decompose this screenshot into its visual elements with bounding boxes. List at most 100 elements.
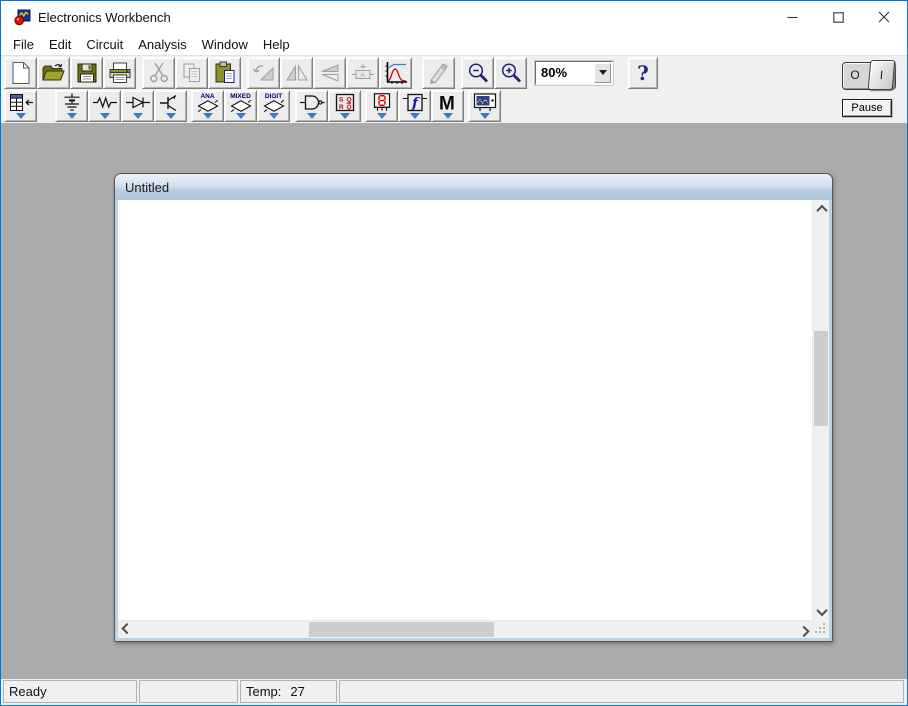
copy-icon bbox=[181, 62, 203, 84]
favorites-bin-icon bbox=[8, 93, 34, 112]
chevron-right-icon bbox=[798, 625, 809, 636]
resize-grip[interactable] bbox=[812, 620, 829, 638]
parts-bin-transistors[interactable] bbox=[154, 90, 187, 122]
create-subcircuit-button[interactable]: A bbox=[346, 57, 379, 89]
document-body bbox=[118, 200, 829, 638]
paste-button[interactable] bbox=[208, 57, 241, 89]
maximize-icon bbox=[833, 12, 844, 23]
power-switch[interactable]: O I bbox=[842, 62, 896, 90]
new-button[interactable] bbox=[4, 57, 37, 89]
svg-text:M: M bbox=[439, 93, 455, 112]
horizontal-scrollbar[interactable] bbox=[118, 620, 812, 638]
sources-bin-icon bbox=[60, 93, 84, 112]
digital-bin-icon: SQRQ bbox=[332, 93, 358, 112]
zoom-out-button[interactable] bbox=[461, 57, 494, 89]
open-button[interactable] bbox=[37, 57, 70, 89]
scroll-left-button[interactable] bbox=[118, 621, 135, 638]
svg-text:A: A bbox=[360, 71, 365, 78]
app-window: Electronics Workbench File Edit Circuit … bbox=[0, 0, 908, 706]
menu-analysis[interactable]: Analysis bbox=[138, 37, 186, 52]
chevron-down-icon bbox=[599, 70, 607, 75]
copy-button[interactable] bbox=[175, 57, 208, 89]
controls-bin-icon: f bbox=[402, 93, 428, 112]
flip-vertical-button[interactable] bbox=[313, 57, 346, 89]
parts-bin-mixed-ics[interactable]: MIXED bbox=[224, 90, 257, 122]
cut-button[interactable] bbox=[142, 57, 175, 89]
window-controls bbox=[769, 1, 907, 33]
rotate-button[interactable] bbox=[247, 57, 280, 89]
parts-bin-indicators[interactable] bbox=[365, 90, 398, 122]
close-icon bbox=[878, 11, 890, 23]
parts-bin-instruments[interactable] bbox=[468, 90, 501, 122]
flip-horizontal-icon bbox=[285, 63, 309, 83]
menu-circuit[interactable]: Circuit bbox=[86, 37, 123, 52]
vertical-scrollbar[interactable] bbox=[812, 200, 829, 620]
miscellaneous-bin-icon: M bbox=[438, 93, 458, 112]
toolbar-area: A 80% ? bbox=[1, 55, 907, 123]
menu-help[interactable]: Help bbox=[263, 37, 290, 52]
status-panel-ready: Ready bbox=[3, 680, 137, 703]
vertical-scroll-thumb[interactable] bbox=[814, 331, 828, 426]
svg-text:S: S bbox=[339, 96, 344, 103]
svg-text:Q: Q bbox=[346, 104, 351, 111]
minimize-icon bbox=[787, 12, 798, 23]
basic-bin-icon bbox=[92, 93, 118, 112]
main-toolbar: A 80% ? bbox=[1, 56, 907, 89]
save-button[interactable] bbox=[70, 57, 103, 89]
flip-horizontal-button[interactable] bbox=[280, 57, 313, 89]
parts-bin-digital-ics[interactable]: DIGIT bbox=[257, 90, 290, 122]
component-properties-icon bbox=[427, 62, 451, 84]
display-graphs-button[interactable] bbox=[379, 57, 412, 89]
scroll-down-button[interactable] bbox=[813, 603, 830, 620]
parts-bin-favorites[interactable] bbox=[4, 90, 37, 122]
workspace: Untitled bbox=[1, 123, 907, 679]
mixed-ics-bin-icon bbox=[230, 100, 252, 112]
parts-bin-digital[interactable]: SQRQ bbox=[328, 90, 361, 122]
flip-vertical-icon bbox=[318, 63, 342, 83]
parts-bin-controls[interactable]: f bbox=[398, 90, 431, 122]
open-folder-icon bbox=[41, 62, 66, 84]
zoom-level-select[interactable]: 80% bbox=[535, 61, 613, 85]
parts-bin-basic[interactable] bbox=[88, 90, 121, 122]
menu-window[interactable]: Window bbox=[202, 37, 248, 52]
logic-gates-bin-icon bbox=[299, 93, 325, 112]
temp-value: 27 bbox=[290, 684, 304, 699]
pause-button[interactable]: Pause bbox=[842, 99, 892, 117]
power-on-label[interactable]: I bbox=[868, 60, 896, 90]
instruments-bin-icon bbox=[472, 93, 498, 112]
circuit-canvas[interactable] bbox=[118, 200, 812, 620]
display-graphs-icon bbox=[384, 61, 408, 85]
component-properties-button[interactable] bbox=[422, 57, 455, 89]
parts-bin-analog-ics[interactable]: ANA bbox=[191, 90, 224, 122]
parts-bin-miscellaneous[interactable]: M bbox=[431, 90, 464, 122]
parts-bin-sources[interactable] bbox=[55, 90, 88, 122]
scroll-right-button[interactable] bbox=[795, 621, 812, 638]
rotate-icon bbox=[252, 63, 276, 83]
analog-ics-label: ANA bbox=[200, 93, 214, 100]
diodes-bin-icon bbox=[125, 93, 151, 112]
status-panel-2 bbox=[139, 680, 238, 703]
close-button[interactable] bbox=[861, 1, 907, 33]
zoom-in-icon bbox=[499, 61, 523, 85]
digital-ics-bin-icon bbox=[263, 100, 285, 112]
parts-bin-diodes[interactable] bbox=[121, 90, 154, 122]
maximize-button[interactable] bbox=[815, 1, 861, 33]
zoom-in-button[interactable] bbox=[494, 57, 527, 89]
horizontal-scroll-thumb[interactable] bbox=[309, 622, 494, 637]
document-titlebar[interactable]: Untitled bbox=[115, 174, 832, 200]
print-button[interactable] bbox=[103, 57, 136, 89]
chevron-down-icon bbox=[816, 604, 827, 615]
zoom-dropdown-button[interactable] bbox=[594, 63, 611, 83]
document-window: Untitled bbox=[114, 173, 833, 642]
scroll-up-button[interactable] bbox=[813, 200, 830, 217]
menu-edit[interactable]: Edit bbox=[49, 37, 71, 52]
minimize-button[interactable] bbox=[769, 1, 815, 33]
help-button[interactable]: ? bbox=[628, 57, 658, 89]
chevron-left-icon bbox=[121, 622, 132, 633]
menu-file[interactable]: File bbox=[13, 37, 34, 52]
chevron-up-icon bbox=[816, 204, 827, 215]
parts-bin-logic-gates[interactable] bbox=[295, 90, 328, 122]
temp-label: Temp: bbox=[246, 684, 281, 699]
power-off-label[interactable]: O bbox=[843, 63, 867, 89]
document-title: Untitled bbox=[125, 180, 169, 195]
